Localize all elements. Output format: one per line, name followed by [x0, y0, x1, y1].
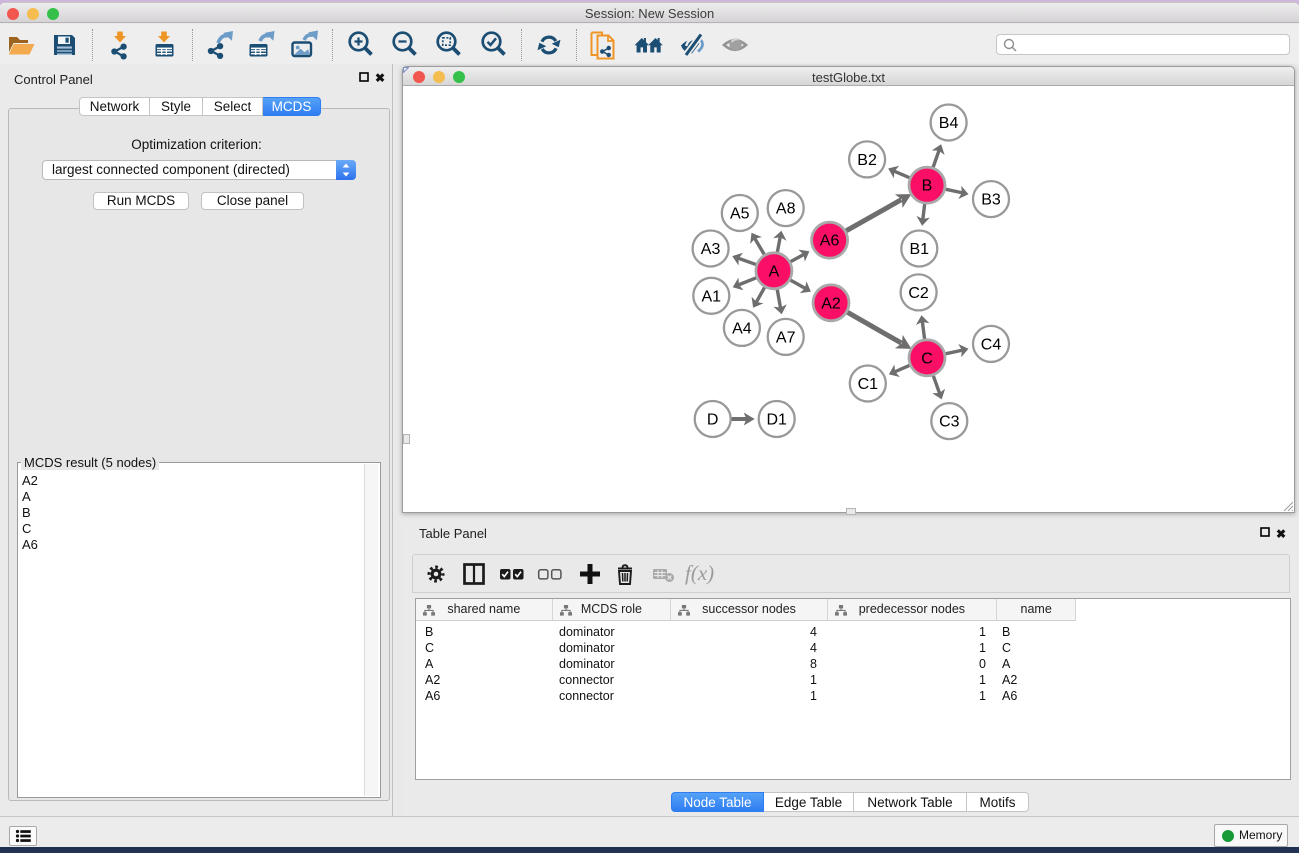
svg-text:A8: A8	[776, 201, 796, 218]
svg-text:A3: A3	[701, 241, 721, 258]
svg-text:B4: B4	[939, 115, 959, 132]
svg-text:D: D	[707, 412, 719, 429]
svg-text:B3: B3	[981, 192, 1001, 209]
svg-text:B2: B2	[857, 152, 877, 169]
svg-text:A5: A5	[730, 206, 750, 223]
svg-text:A: A	[769, 263, 780, 280]
svg-text:C3: C3	[939, 414, 960, 431]
svg-text:A6: A6	[820, 233, 840, 250]
svg-text:A2: A2	[821, 295, 841, 312]
svg-text:C1: C1	[858, 376, 879, 393]
svg-text:C: C	[921, 350, 933, 367]
svg-text:C2: C2	[908, 285, 929, 302]
svg-text:A7: A7	[776, 329, 796, 346]
svg-text:B: B	[922, 178, 933, 195]
svg-text:A1: A1	[702, 288, 722, 305]
svg-text:A4: A4	[732, 320, 752, 337]
svg-text:B1: B1	[910, 241, 930, 258]
svg-text:C4: C4	[981, 336, 1002, 353]
svg-text:D1: D1	[766, 412, 787, 429]
